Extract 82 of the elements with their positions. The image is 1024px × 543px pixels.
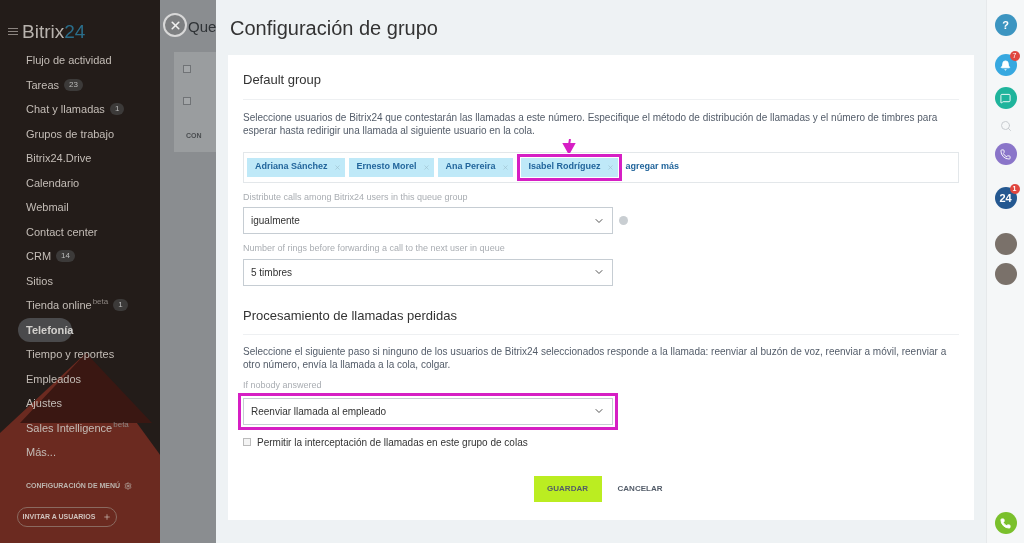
nav-label: Sales Intelligence	[26, 420, 113, 436]
nav-label: Tiempo y reportes	[26, 347, 115, 362]
section-title: Default group	[243, 55, 959, 100]
count-badge: 23	[64, 78, 83, 91]
phone-button[interactable]	[994, 143, 1017, 165]
nav-label: CRM	[26, 249, 52, 264]
avatar[interactable]	[994, 263, 1017, 285]
nav-item[interactable]: Tareas 23	[0, 72, 160, 97]
nav-label: Flujo de actividad	[26, 53, 112, 68]
save-button[interactable]: GUARDAR	[533, 475, 602, 502]
chat-button[interactable]	[994, 87, 1017, 109]
beta-label: beta	[92, 296, 109, 308]
remove-icon[interactable]	[501, 163, 509, 171]
nav-item[interactable]: Tiempo y reportes	[0, 342, 160, 367]
user-chip[interactable]: Adriana Sánchez	[247, 157, 345, 177]
page-title: Que	[188, 17, 216, 37]
chat-icon	[1000, 92, 1011, 104]
bell-icon	[1000, 59, 1011, 71]
plus-icon	[103, 513, 112, 521]
section-description: Seleccione usuarios de Bitrix24 que contestarán las llamadas a este número. Especifique el método de distribución de llamadas y el número de timbres para esperar hasta redirigir una llamada al siguiente usuario en la cola.	[243, 110, 939, 137]
panel-title: Configuración de grupo	[229, 15, 439, 41]
close-icon	[168, 18, 182, 32]
nav-item[interactable]: Empleados	[0, 366, 160, 391]
help-icon[interactable]	[619, 216, 628, 225]
search-icon[interactable]	[999, 120, 1012, 132]
nav-label: Más...	[26, 445, 56, 460]
nav-label: Sitios	[26, 273, 53, 289]
field-label: If nobody answered	[243, 379, 323, 392]
settings-icon[interactable]	[124, 481, 133, 490]
nav-label: Chat y llamadas	[26, 102, 105, 117]
checkbox[interactable]	[243, 438, 251, 446]
nav-label: Contact center	[26, 224, 98, 240]
nav-item[interactable]: Sitios	[0, 268, 160, 293]
section-description: Seleccione el siguiente paso si ninguno de los usuarios de Bitrix24 seleccionados responde a la llamada: reenviar al buzón de voz, reenviar a móvil, reenviar a otro número, envía la llamada a la cola, colgar.	[243, 345, 948, 371]
call-button[interactable]	[994, 512, 1017, 534]
nav-item[interactable]: Calendario	[0, 170, 160, 195]
select-field[interactable]: igualmente	[243, 207, 613, 234]
user-chip[interactable]: Isabel Rodríguez	[520, 157, 618, 177]
count-badge: 1	[109, 103, 125, 116]
remove-icon[interactable]	[606, 163, 614, 171]
close-button[interactable]	[163, 13, 187, 37]
phone-icon	[1000, 148, 1011, 160]
select-field[interactable]: 5 timbres	[243, 258, 613, 286]
logo: Bitrix24	[22, 21, 86, 41]
checkbox[interactable]	[183, 65, 191, 73]
nav-label: Bitrix24.Drive	[26, 151, 92, 166]
nav-item[interactable]: Webmail	[0, 195, 160, 220]
count-badge: 14	[56, 250, 75, 263]
nav-label: Tareas	[26, 77, 60, 93]
menu-icon[interactable]	[8, 27, 18, 35]
nav-item[interactable]: CRM 14	[0, 244, 160, 269]
remove-icon[interactable]	[333, 163, 341, 171]
checkbox[interactable]	[183, 97, 191, 105]
nav-label: Webmail	[26, 200, 69, 215]
nav-item[interactable]: Más...	[0, 440, 160, 465]
avatar[interactable]	[994, 233, 1017, 255]
remove-icon[interactable]	[422, 163, 430, 171]
nav-item[interactable]: Flujo de actividad	[0, 48, 160, 73]
nav-label: Grupos de trabajo	[26, 126, 115, 142]
field-label: Distribute calls among Bitrix24 users in this queue group	[243, 190, 469, 204]
nav-item[interactable]: Chat y llamadas 1	[0, 97, 160, 122]
user-chip[interactable]: Ernesto Morel	[348, 157, 434, 177]
checkbox-label: Permitir la interceptación de llamadas en este grupo de colas	[257, 435, 528, 450]
count-badge: 1	[113, 299, 128, 312]
nav-label: Empleados	[26, 371, 82, 387]
select-field[interactable]: Reenviar llamada al empleado	[243, 397, 613, 425]
phone-icon	[1000, 517, 1011, 529]
cancel-button[interactable]: CANCELAR	[611, 475, 669, 502]
nav-label: Calendario	[26, 175, 80, 191]
section-title: Procesamiento de llamadas perdidas	[243, 305, 959, 335]
nav-item[interactable]: Ajustes	[0, 391, 160, 416]
nav-label: Tienda online	[26, 298, 92, 313]
add-more-link[interactable]: agregar más	[625, 160, 680, 174]
user-chip[interactable]: Ana Pereira	[437, 157, 513, 177]
field-label: Number of rings before forwarding a call to the next user in queue	[243, 242, 506, 255]
nav-item[interactable]: Bitrix24.Drive	[0, 146, 160, 171]
nav-item[interactable]: Contact center	[0, 219, 160, 244]
nav-label: Ajustes	[26, 396, 63, 411]
nav-item[interactable]: Telefonía	[18, 317, 72, 342]
nav-label: Telefonía	[26, 322, 74, 338]
nav-item[interactable]: Grupos de trabajo	[0, 121, 160, 146]
beta-label: beta	[113, 418, 129, 431]
